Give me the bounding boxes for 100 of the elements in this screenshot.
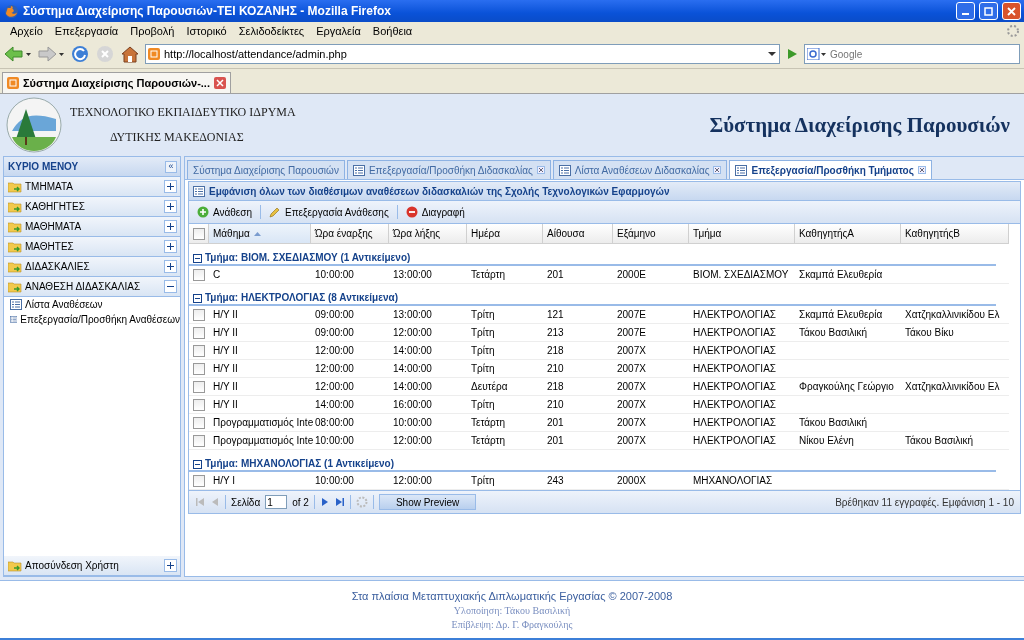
collapse-icon[interactable] xyxy=(164,280,177,293)
table-cell: 2007X xyxy=(613,360,689,378)
checkbox[interactable] xyxy=(193,474,205,487)
checkbox[interactable] xyxy=(193,362,205,375)
close-icon[interactable] xyxy=(713,166,722,174)
sidebar-item[interactable]: Επεξεργασία/Προσθήκη Αναθέσεων xyxy=(4,312,180,327)
maximize-button[interactable] xyxy=(979,2,998,20)
sidebar-section[interactable]: ΤΜΗΜΑΤΑ xyxy=(4,177,180,197)
grid-icon xyxy=(735,164,748,176)
column-header[interactable]: ΚαθηγητήςA xyxy=(795,224,901,244)
sidebar-item[interactable]: Λίστα Αναθέσεων xyxy=(4,297,180,312)
collapse-icon[interactable] xyxy=(193,254,202,263)
expand-icon[interactable] xyxy=(164,220,177,233)
logo-drawing xyxy=(6,97,62,153)
table-cell: Χατζηκαλλινικίδου Ελ xyxy=(901,378,1009,396)
expand-icon[interactable] xyxy=(164,260,177,273)
search-engine-icon xyxy=(807,48,827,60)
folder-icon xyxy=(8,280,22,293)
column-header[interactable]: Ώρα έναρξης xyxy=(311,224,389,244)
checkbox[interactable] xyxy=(193,380,205,393)
sidebar-section[interactable]: ΚΑΘΗΓΗΤΕΣ xyxy=(4,197,180,217)
institution-region: ΔΥΤΙΚΗΣ ΜΑΚΕΔΟΝΙΑΣ xyxy=(110,130,245,145)
column-header[interactable]: Αίθουσα xyxy=(543,224,613,244)
table-cell: 2007X xyxy=(613,342,689,360)
column-header[interactable]: Τμήμα xyxy=(689,224,795,244)
browser-tab[interactable]: Σύστημα Διαχείρισης Παρουσιών-... xyxy=(2,72,231,93)
close-icon[interactable] xyxy=(536,166,545,174)
expand-icon[interactable] xyxy=(164,200,177,213)
throbber-icon xyxy=(1006,24,1020,38)
collapse-button[interactable]: « xyxy=(165,160,177,173)
reload-button[interactable] xyxy=(70,44,90,64)
menu-item[interactable]: Σελιδοδείκτες xyxy=(232,25,311,37)
column-header[interactable]: Εξάμηνο xyxy=(613,224,689,244)
group-title: Τμήμα: ΒΙΟΜ. ΣΧΕΔΙΑΣΜΟΥ (1 Αντικείμενο) xyxy=(205,252,411,263)
collapse-icon[interactable] xyxy=(193,460,202,469)
checkbox[interactable] xyxy=(192,227,205,240)
table-cell: 2007X xyxy=(613,432,689,450)
footer-text: Υλοποίηση: Τάκου Βασιλική xyxy=(453,604,571,616)
checkbox[interactable] xyxy=(193,268,205,281)
close-button[interactable] xyxy=(1002,2,1021,20)
grid-icon xyxy=(193,185,205,197)
tab[interactable]: Λίστα Αναθέσεων Διδασκαλίας xyxy=(552,160,728,179)
checkbox[interactable] xyxy=(193,416,205,429)
show-preview-button[interactable]: Show Preview xyxy=(378,494,477,510)
sidebar-section[interactable]: ΜΑΘΗΜΑΤΑ xyxy=(4,217,180,237)
checkbox[interactable] xyxy=(193,326,205,339)
checkbox[interactable] xyxy=(193,308,205,321)
menu-item[interactable]: Ιστορικό xyxy=(180,25,233,37)
expand-icon[interactable] xyxy=(164,240,177,253)
expand-icon[interactable] xyxy=(164,180,177,193)
expand-icon[interactable] xyxy=(164,559,177,572)
checkbox[interactable] xyxy=(193,344,205,357)
column-header[interactable]: ΚαθηγητήςB xyxy=(901,224,1009,244)
sidebar-section[interactable]: ΔΙΔΑΣΚΑΛΙΕΣ xyxy=(4,257,180,277)
table-cell: Η/Υ ΙΙ xyxy=(209,396,311,414)
table-cell: 09:00:00 xyxy=(311,324,389,342)
home-button[interactable] xyxy=(120,44,140,64)
table-cell: ΗΛΕΚΤΡΟΛΟΓΙΑΣ xyxy=(689,342,795,360)
logout-item[interactable]: Αποσύνδεση Χρήστη xyxy=(4,556,180,576)
page-field[interactable]: 1 xyxy=(265,495,288,509)
sidebar-section[interactable]: ΑΝΑΘΕΣΗ ΔΙΔΑΣΚΑΛΙΑΣ xyxy=(4,277,180,297)
table-cell: 16:00:00 xyxy=(389,396,467,414)
toolbar-button[interactable]: Ανάθεση xyxy=(193,206,257,218)
column-header[interactable]: Ώρα λήξης xyxy=(389,224,467,244)
menu-item[interactable]: Επεξεργασία xyxy=(48,25,125,37)
close-icon[interactable] xyxy=(917,166,926,174)
search-bar[interactable]: Google xyxy=(804,44,1020,64)
table-cell: 201 xyxy=(543,266,613,284)
table-cell: Προγραμματισμός Inte xyxy=(209,414,311,432)
toolbar-button[interactable]: Επεξεργασία Ανάθεσης xyxy=(265,206,393,218)
back-button[interactable] xyxy=(4,45,32,63)
toolbar-button[interactable]: Διαγραφή xyxy=(401,206,469,218)
tab[interactable]: Επεξεργασία/Προσθήκη Τμήματος xyxy=(729,160,932,179)
checkbox[interactable] xyxy=(193,434,205,447)
table-cell: Τετάρτη xyxy=(467,414,543,432)
site-icon xyxy=(148,48,160,60)
table-cell: Προγραμματισμός Inte xyxy=(209,432,311,450)
last-page-icon[interactable] xyxy=(334,497,345,507)
delete-icon xyxy=(405,206,418,218)
next-page-icon[interactable] xyxy=(319,497,330,507)
column-header[interactable]: Μάθημα xyxy=(209,224,311,244)
sidebar-title: ΚΥΡΙΟ ΜΕΝΟΥ xyxy=(8,161,79,172)
dropdown-caret-icon[interactable] xyxy=(767,49,777,59)
menu-item[interactable]: Προβολή xyxy=(124,25,181,37)
minimize-button[interactable] xyxy=(956,2,975,20)
address-bar[interactable]: http://localhost/attendance/admin.php xyxy=(145,44,780,64)
tab[interactable]: Επεξεργασία/Προσθήκη Διδασκαλίας xyxy=(346,160,551,179)
sidebar-section[interactable]: ΜΑΘΗΤΕΣ xyxy=(4,237,180,257)
close-icon[interactable] xyxy=(213,77,226,89)
menu-item[interactable]: Βοήθεια xyxy=(366,25,419,37)
checkbox[interactable] xyxy=(193,398,205,411)
forward-button[interactable] xyxy=(37,45,65,63)
column-header[interactable]: Ημέρα xyxy=(467,224,543,244)
go-button[interactable] xyxy=(785,47,799,61)
menu-item[interactable]: Εργαλεία xyxy=(310,25,367,37)
table-cell: Σκαμπά Ελευθερία xyxy=(795,306,901,324)
tab[interactable]: Σύστημα Διαχείρισης Παρουσιών xyxy=(187,160,345,179)
menu-item[interactable]: Αρχείο xyxy=(4,25,49,37)
table-cell: 213 xyxy=(543,324,613,342)
collapse-icon[interactable] xyxy=(193,294,202,303)
